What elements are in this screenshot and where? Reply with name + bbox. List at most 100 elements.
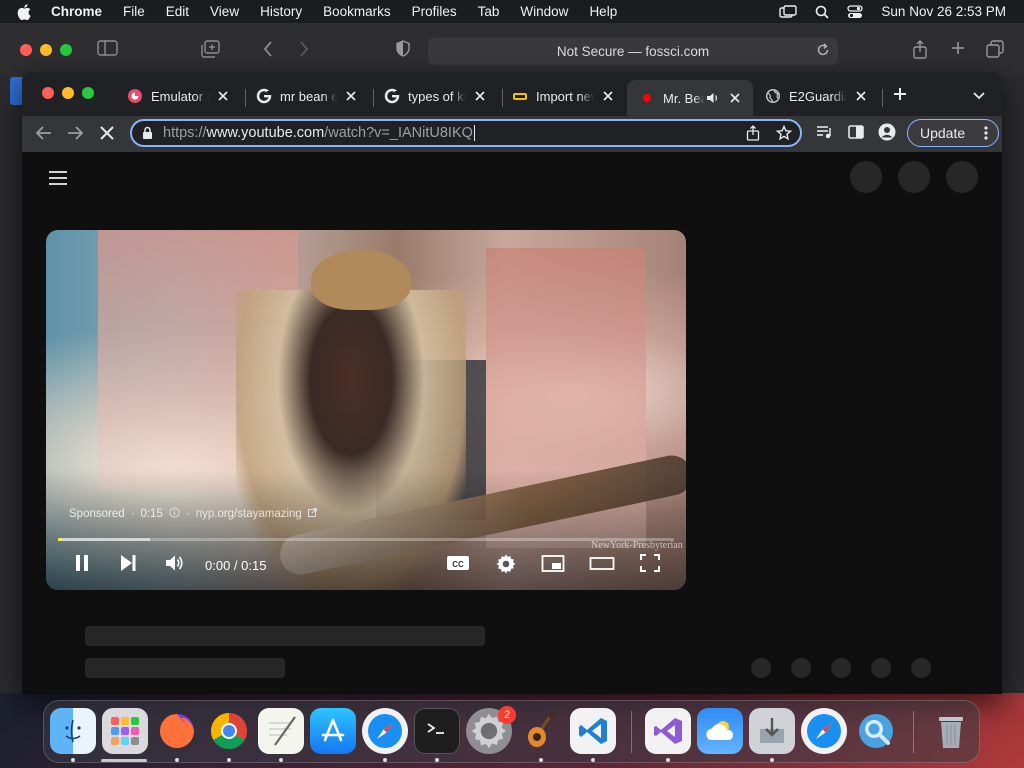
profile-avatar-icon[interactable] [878,123,896,146]
app-store-icon[interactable] [310,708,356,754]
theater-mode-icon[interactable] [589,553,615,578]
chrome-zoom-button[interactable] [82,87,94,99]
menu-view[interactable]: View [210,4,239,19]
hamburger-menu-icon[interactable] [48,170,68,191]
new-tab-plus-icon[interactable] [950,40,966,61]
volume-icon[interactable] [164,553,186,578]
url-path: /watch?v=_IANitU8IKQ [324,124,473,141]
external-link-icon[interactable] [307,508,317,520]
finder-icon[interactable] [50,708,96,754]
spotlight-search-icon[interactable] [815,5,830,19]
tab-close-icon[interactable] [472,88,488,104]
safari-icon[interactable] [362,708,408,754]
audio-playing-icon[interactable] [705,90,721,106]
reload-icon[interactable] [816,43,830,60]
macos-dock: 2 [43,700,980,763]
menu-tab[interactable]: Tab [478,4,500,19]
info-icon[interactable] [169,507,180,521]
forward-chevron-icon[interactable] [298,40,310,63]
update-button-label: Update [920,125,966,141]
menu-clock[interactable]: Sun Nov 26 2:53 PM [881,4,1006,19]
minimize-window-button[interactable] [40,44,52,56]
tab-close-icon[interactable] [600,88,616,104]
textedit-icon[interactable] [258,708,304,754]
firefox-icon[interactable] [154,708,200,754]
vscode-icon[interactable] [570,708,616,754]
chrome-app-icon[interactable] [206,708,252,754]
chrome-minimize-button[interactable] [62,87,74,99]
tab-import-new[interactable]: Import new [500,80,626,112]
control-center-icon[interactable] [847,4,864,19]
menu-app-name[interactable]: Chrome [51,4,102,19]
dock-running-indicator [591,758,595,762]
weather-icon[interactable] [697,708,743,754]
omnibox-url[interactable]: https://www.youtube.com/watch?v=_IANitU8… [163,124,475,142]
garageband-icon[interactable] [518,708,564,754]
tab-close-icon[interactable] [343,88,359,104]
video-frame-hat [311,250,411,310]
terminal-icon[interactable] [414,708,460,754]
lock-icon[interactable] [142,126,153,140]
tab-mr-bean-youtube[interactable]: Mr. Bea [627,80,753,116]
safari-address-bar[interactable]: Not Secure — fossci.com [428,38,838,65]
tab-close-icon[interactable] [215,88,231,104]
share-icon[interactable] [912,40,928,64]
miniplayer-icon[interactable] [541,553,565,578]
tab-search-chevron-icon[interactable] [972,88,986,106]
captions-icon[interactable]: CC [446,553,470,578]
installer-icon[interactable] [749,708,795,754]
video-player[interactable]: Sponsored · 0:15 · nyp.org/stayamazing N… [46,230,686,590]
quicktime-icon[interactable] [853,708,899,754]
tab-e2guardian[interactable]: E2Guardian [753,80,879,112]
sidebar-toggle-icon[interactable] [97,40,119,61]
menu-profiles[interactable]: Profiles [412,4,457,19]
stop-loading-icon[interactable] [99,125,115,146]
menu-bookmarks[interactable]: Bookmarks [323,4,391,19]
menu-help[interactable]: Help [589,4,617,19]
progress-bar[interactable] [58,538,674,541]
chrome-toolbar: https://www.youtube.com/watch?v=_IANitU8… [22,116,1002,152]
ad-link[interactable]: nyp.org/stayamazing [196,508,302,520]
tab-types-of-kicks[interactable]: types of kic [372,80,498,112]
privacy-shield-icon[interactable] [396,40,410,62]
screen-mirroring-icon[interactable] [779,4,798,19]
tab-emulator[interactable]: Emulator In [115,80,241,112]
settings-gear-icon[interactable] [495,553,517,580]
menu-window[interactable]: Window [520,4,568,19]
share-page-icon[interactable] [746,125,760,145]
more-menu-icon[interactable] [984,125,988,144]
new-tab-icon[interactable] [892,86,908,107]
back-chevron-icon[interactable] [262,40,274,63]
tab-overview-icon[interactable] [201,40,221,63]
pause-icon[interactable] [72,553,92,578]
youtube-favicon [639,90,655,106]
media-controls-icon[interactable] [815,123,833,146]
bookmark-star-icon[interactable] [775,124,793,145]
apple-menu-icon[interactable] [17,3,35,20]
back-arrow-icon[interactable] [35,124,53,147]
skeleton-dot [751,658,771,678]
tab-close-icon[interactable] [727,90,743,106]
close-window-button[interactable] [20,44,32,56]
menu-history[interactable]: History [260,4,302,19]
tab-close-icon[interactable] [853,88,869,104]
menu-edit[interactable]: Edit [166,4,189,19]
fullscreen-icon[interactable] [639,553,661,578]
trash-icon[interactable] [928,708,974,754]
omnibox[interactable]: https://www.youtube.com/watch?v=_IANitU8… [130,119,802,147]
tab-overview-grid-icon[interactable] [986,40,1004,63]
launchpad-icon[interactable] [102,708,148,754]
visual-studio-icon[interactable] [645,708,691,754]
ad-sponsored-label: Sponsored [69,508,125,520]
update-button[interactable]: Update [907,119,999,147]
next-track-icon[interactable] [118,553,138,578]
safari-download-icon[interactable] [801,708,847,754]
menu-file[interactable]: File [123,4,145,19]
forward-arrow-icon[interactable] [66,124,84,147]
zoom-window-button[interactable] [60,44,72,56]
tab-mr-bean-search[interactable]: mr bean en [244,80,369,112]
chrome-close-button[interactable] [42,87,54,99]
dock-running-indicator [435,758,439,762]
chrome-tab-strip: Emulator In mr bean en types of kic [22,72,1002,116]
side-panel-icon[interactable] [847,123,865,146]
